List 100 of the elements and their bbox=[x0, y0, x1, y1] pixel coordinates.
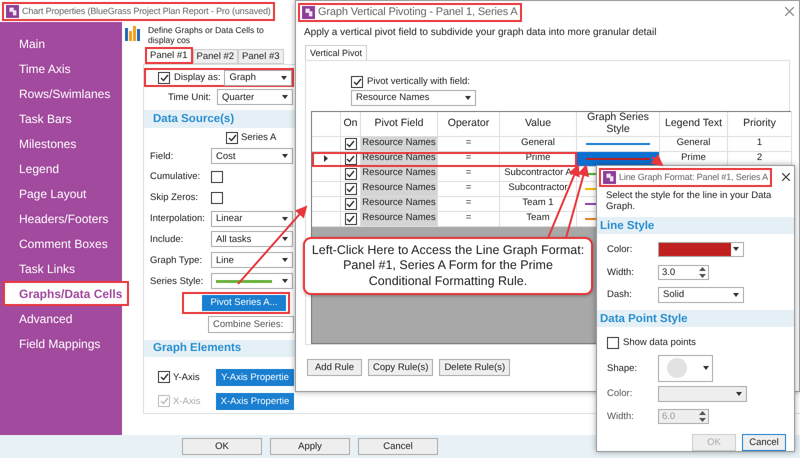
caret-icon bbox=[733, 247, 739, 252]
dropdown[interactable]: Resource Names bbox=[351, 90, 476, 106]
row-header-cell[interactable] bbox=[312, 212, 341, 227]
row-header-cell[interactable] bbox=[312, 166, 341, 182]
checkbox[interactable] bbox=[158, 72, 170, 84]
rule-button[interactable]: Delete Rule(s) bbox=[439, 359, 510, 376]
table-cell: = bbox=[438, 166, 500, 182]
checkbox[interactable] bbox=[211, 170, 223, 183]
dialog-button[interactable]: Cancel bbox=[358, 438, 438, 455]
checkbox[interactable] bbox=[226, 132, 238, 144]
table-cell: = bbox=[438, 212, 500, 227]
checkbox[interactable] bbox=[344, 198, 356, 210]
sidebar-item[interactable]: Graphs/Data Cells bbox=[3, 281, 129, 306]
close-icon[interactable] bbox=[782, 173, 790, 181]
table-cell: 1 bbox=[728, 136, 792, 152]
checkbox[interactable] bbox=[351, 76, 363, 88]
dropdown[interactable]: Cost bbox=[211, 148, 293, 164]
caret-icon bbox=[465, 96, 471, 100]
column-header: Pivot Field bbox=[361, 112, 438, 137]
table-cell bbox=[312, 112, 341, 137]
table-cell: Resource Names bbox=[361, 152, 438, 167]
checkbox[interactable] bbox=[158, 371, 170, 384]
dialog-button[interactable]: Apply bbox=[270, 438, 350, 455]
sidebar-item[interactable]: Legend bbox=[3, 156, 122, 181]
app-icon bbox=[302, 6, 315, 18]
series-style-cell[interactable] bbox=[577, 196, 596, 212]
dropdown[interactable]: All tasks bbox=[211, 231, 293, 248]
dropdown[interactable]: Graph bbox=[224, 70, 292, 86]
line-style-dropdown[interactable] bbox=[211, 273, 293, 290]
checkbox[interactable] bbox=[344, 182, 356, 195]
field-label: Cumulative: bbox=[150, 171, 202, 182]
tab[interactable]: Panel #3 bbox=[238, 49, 284, 64]
dialog-button[interactable]: Cancel bbox=[742, 434, 786, 452]
dialog-button[interactable]: OK bbox=[182, 438, 262, 455]
dropdown[interactable]: Solid bbox=[658, 286, 744, 303]
description-text: Apply a vertical pivot field to subdivide your graph data into more granular detail bbox=[303, 26, 658, 40]
spinner-arrows-icon[interactable] bbox=[699, 266, 706, 278]
sidebar-item[interactable]: Field Mappings bbox=[3, 331, 122, 356]
description-text: Select the style for the line in your Data Graph. bbox=[605, 189, 772, 214]
caret-icon bbox=[282, 258, 288, 262]
rule-button[interactable]: Add Rule bbox=[307, 359, 362, 376]
rule-button[interactable]: Copy Rule(s) bbox=[368, 359, 434, 376]
pivot-series-button[interactable]: Pivot Series A... bbox=[202, 294, 286, 311]
checkbox[interactable] bbox=[344, 212, 356, 225]
field-label: Color: bbox=[607, 388, 634, 400]
table-cell: = bbox=[438, 136, 500, 152]
caret-icon bbox=[703, 366, 709, 370]
caret-icon bbox=[733, 292, 739, 297]
tab[interactable]: Vertical Pivot bbox=[305, 45, 368, 60]
column-header: Legend Text bbox=[660, 112, 728, 137]
series-style-cell[interactable] bbox=[577, 212, 596, 227]
color-dropdown[interactable] bbox=[658, 242, 744, 257]
column-header: Graph Series Style bbox=[577, 112, 660, 137]
series-style-cell[interactable] bbox=[577, 136, 660, 152]
caret-icon bbox=[282, 95, 288, 100]
field-label: Interpolation: bbox=[150, 213, 206, 224]
axis-properties-button[interactable]: Y-Axis Propertie bbox=[216, 368, 294, 386]
table-cell: Resource Names bbox=[361, 166, 438, 182]
field-label: Width: bbox=[607, 411, 635, 422]
checkbox[interactable] bbox=[211, 192, 223, 204]
dropdown[interactable]: Line bbox=[211, 252, 293, 268]
table-cell: Resource Names bbox=[361, 212, 438, 227]
table-cell: = bbox=[438, 152, 500, 167]
caret-icon bbox=[282, 279, 288, 284]
row-header-cell[interactable] bbox=[312, 182, 341, 197]
sidebar-item[interactable]: Page Layout bbox=[3, 181, 122, 206]
sidebar-item[interactable]: Time Axis bbox=[3, 56, 122, 81]
row-header-cell[interactable] bbox=[312, 152, 341, 167]
sidebar-item[interactable]: Main bbox=[3, 31, 122, 56]
tab[interactable]: Panel #1 bbox=[145, 47, 193, 64]
field-label: Field: bbox=[150, 150, 174, 162]
sidebar-item[interactable]: Headers/Footers bbox=[3, 206, 122, 231]
sidebar-item[interactable]: Comment Boxes bbox=[3, 231, 122, 256]
tab[interactable]: Panel #2 bbox=[192, 49, 238, 64]
field-label: Shape: bbox=[607, 362, 638, 374]
sidebar-item[interactable]: Task Links bbox=[3, 256, 122, 281]
checkbox[interactable] bbox=[344, 152, 356, 165]
checkbox[interactable] bbox=[344, 168, 356, 180]
checkbox-label: Pivot vertically with field: bbox=[367, 76, 470, 88]
table-cell: General bbox=[500, 136, 577, 152]
sidebar-item[interactable]: Advanced bbox=[3, 306, 122, 331]
table-cell: Subcontractor bbox=[500, 182, 577, 197]
row-header-cell[interactable] bbox=[312, 196, 341, 212]
width-spinner[interactable]: 3.0 bbox=[658, 264, 709, 280]
table-cell: Resource Names bbox=[361, 196, 438, 212]
sidebar-item[interactable]: Milestones bbox=[3, 131, 122, 156]
column-header: Priority bbox=[728, 112, 792, 137]
dropdown[interactable]: Linear bbox=[211, 210, 293, 227]
app-icon bbox=[603, 170, 616, 184]
combine-series-field[interactable]: Combine Series: bbox=[208, 316, 294, 333]
sidebar-item[interactable]: Rows/Swimlanes bbox=[3, 81, 122, 106]
axis-label: Y-Axis bbox=[173, 372, 201, 383]
window-title: Line Graph Format: Panel #1, Series A bbox=[599, 168, 772, 186]
field-label: Skip Zeros: bbox=[150, 192, 200, 204]
window-title: Graph Vertical Pivoting - Panel 1, Series A bbox=[298, 2, 522, 22]
window-title: Chart Properties (BlueGrass Project Plan Report - Pro (unsaved) bbox=[2, 2, 275, 20]
dropdown[interactable]: Quarter bbox=[217, 89, 293, 106]
row-header-cell[interactable] bbox=[312, 136, 341, 152]
checkbox[interactable] bbox=[344, 138, 356, 150]
sidebar-item[interactable]: Task Bars bbox=[3, 106, 122, 131]
